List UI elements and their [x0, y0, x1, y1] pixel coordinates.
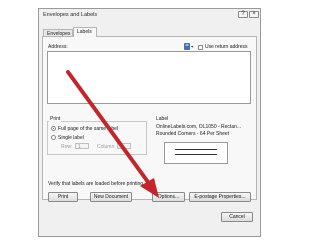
arrow-head [140, 178, 159, 198]
tab-labels-label: Labels [77, 29, 92, 35]
arrow-shaft [66, 70, 150, 184]
tab-labels[interactable]: Labels [73, 27, 97, 37]
annotation-arrow [66, 70, 159, 198]
